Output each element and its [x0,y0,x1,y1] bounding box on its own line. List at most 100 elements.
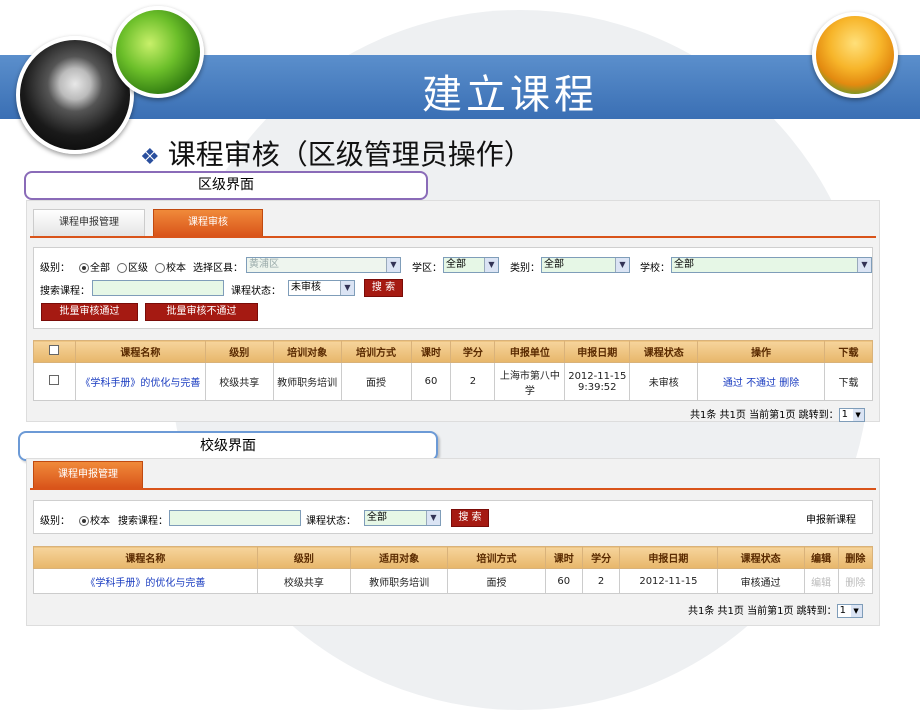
search-course-label: 搜索课程： [40,286,90,297]
county-label: 选择区县： [193,263,243,274]
col-actions: 操作 [697,340,825,363]
school-status-label: 课程状态： [306,516,356,527]
tab-school-course-declare[interactable]: 课程申报管理 [33,461,143,489]
level-school-radio[interactable]: 校本 [155,259,186,274]
table-header-row: 课程名称 级别 培训对象 培训方式 课时 学分 申报单位 申报日期 课程状态 操… [33,340,874,363]
school-pager: 共1条 共1页 当前第1页 跳转到： 1 ▼ [688,602,863,618]
school-district-select[interactable]: 全部 ▼ [443,257,499,273]
school-search-button[interactable]: 搜 索 [451,509,489,527]
edit-link[interactable]: 编辑 [803,568,839,594]
pager-text: 共1条 共1页 当前第1页 跳转到： [690,410,839,421]
radio-icon [117,263,127,273]
school-panel [26,458,880,626]
batch-fail-button[interactable]: 批量审核不通过 [145,303,258,321]
col-level: 级别 [256,546,351,569]
table-row: 《学科手册》的优化与完善 校级共享 教师职务培训 面授 60 2 上海市第八中学… [33,362,874,401]
level-district-text: 区级 [128,263,148,274]
checkbox-icon [49,345,60,355]
delete-link[interactable]: 删除 [779,378,799,389]
cell-credits: 2 [450,362,496,401]
page-title: 建立课程 [422,72,598,118]
school-value: 全部 [674,259,694,270]
cell-status: 审核通过 [716,568,805,594]
col-level: 级别 [204,340,274,363]
search-course-input[interactable] [92,280,224,296]
col-hours: 课时 [410,340,452,363]
level-label: 级别： [40,263,70,274]
page-select[interactable]: 1 ▼ [836,604,863,618]
row-checkbox[interactable] [33,362,76,401]
pass-link[interactable]: 通过 [723,378,743,389]
checkbox-icon [49,375,60,385]
search-button[interactable]: 搜 索 [364,279,403,297]
cell-target: 教师职务培训 [272,362,342,401]
level-school-text: 校本 [166,263,186,274]
new-course-link[interactable]: 申报新课程 [806,511,856,526]
select-all-header[interactable] [33,340,76,363]
radio-checked-icon [79,263,89,273]
course-name-link[interactable]: 《学科手册》的优化与完善 [33,568,258,594]
level-district-radio[interactable]: 区级 [117,259,148,274]
col-target: 适用对象 [349,546,449,569]
table-row: 《学科手册》的优化与完善 校级共享 教师职务培训 面授 60 2 2012-11… [33,568,874,594]
tab-course-review[interactable]: 课程审核 [153,209,263,237]
school-search-label: 搜索课程： [118,516,168,527]
col-credits: 学分 [450,340,496,363]
page-select[interactable]: 1 ▼ [838,408,865,422]
status-select[interactable]: 未审核 ▼ [288,280,355,296]
level-all-text: 全部 [90,263,110,274]
district-course-table: 课程名称 级别 培训对象 培训方式 课时 学分 申报单位 申报日期 课程状态 操… [33,340,874,401]
county-select[interactable]: 黄浦区 ▼ [246,257,401,273]
status-value: 未审核 [291,282,321,293]
download-link[interactable]: 下载 [823,362,874,401]
school-select[interactable]: 全部 ▼ [671,257,872,273]
category-select[interactable]: 全部 ▼ [541,257,630,273]
school-level-text: 校本 [90,516,110,527]
delete-link[interactable]: 删除 [837,568,874,594]
batch-pass-button[interactable]: 批量审核通过 [41,303,138,321]
radio-icon [155,263,165,273]
radio-checked-icon [79,516,89,526]
cell-status: 未审核 [629,362,699,401]
page-value: 1 [839,605,846,616]
tulip-photo [812,12,898,98]
school-status-select[interactable]: 全部 ▼ [364,510,441,526]
col-date: 申报日期 [619,546,718,569]
school-district-value: 全部 [446,259,466,270]
chevron-down-icon: ▼ [857,258,871,272]
cell-level: 校级共享 [256,568,351,594]
cell-method: 面授 [340,362,412,401]
level-all-radio[interactable]: 全部 [79,259,110,274]
cell-unit: 上海市第八中学 [494,362,566,401]
school-label: 学校： [640,263,670,274]
tab-underline [30,488,876,490]
course-name-link[interactable]: 《学科手册》的优化与完善 [74,362,206,401]
chevron-down-icon: ▼ [615,258,629,272]
col-method: 培训方式 [447,546,546,569]
status-label: 课程状态： [231,286,281,297]
fail-link[interactable]: 不通过 [746,378,776,389]
col-status: 课程状态 [716,546,805,569]
school-search-input[interactable] [169,510,301,526]
chevron-down-icon: ▼ [852,409,864,421]
school-level-radio[interactable]: 校本 [79,512,110,527]
col-date: 申报日期 [564,340,631,363]
county-value: 黄浦区 [249,259,279,270]
cell-level: 校级共享 [204,362,274,401]
district-label: 区级界面 [24,171,428,200]
col-name: 课程名称 [33,546,258,569]
table-header-row: 课程名称 级别 适用对象 培训方式 课时 学分 申报日期 课程状态 编辑 删除 [33,546,874,569]
col-download: 下载 [823,340,874,363]
cell-date: 2012-11-15 [619,568,718,594]
cell-actions: 通过 不通过 删除 [697,362,825,401]
cell-target: 教师职务培训 [349,568,449,594]
col-method: 培训方式 [340,340,412,363]
chevron-down-icon: ▼ [484,258,498,272]
cell-date: 2012-11-15 9:39:52 [564,362,631,401]
chevron-down-icon: ▼ [386,258,400,272]
tab-course-declare[interactable]: 课程申报管理 [33,209,145,237]
tab-underline [30,236,876,238]
page-value: 1 [841,409,848,420]
school-course-table: 课程名称 级别 适用对象 培训方式 课时 学分 申报日期 课程状态 编辑 删除 … [33,546,874,594]
school-label: 校级界面 [18,431,438,461]
